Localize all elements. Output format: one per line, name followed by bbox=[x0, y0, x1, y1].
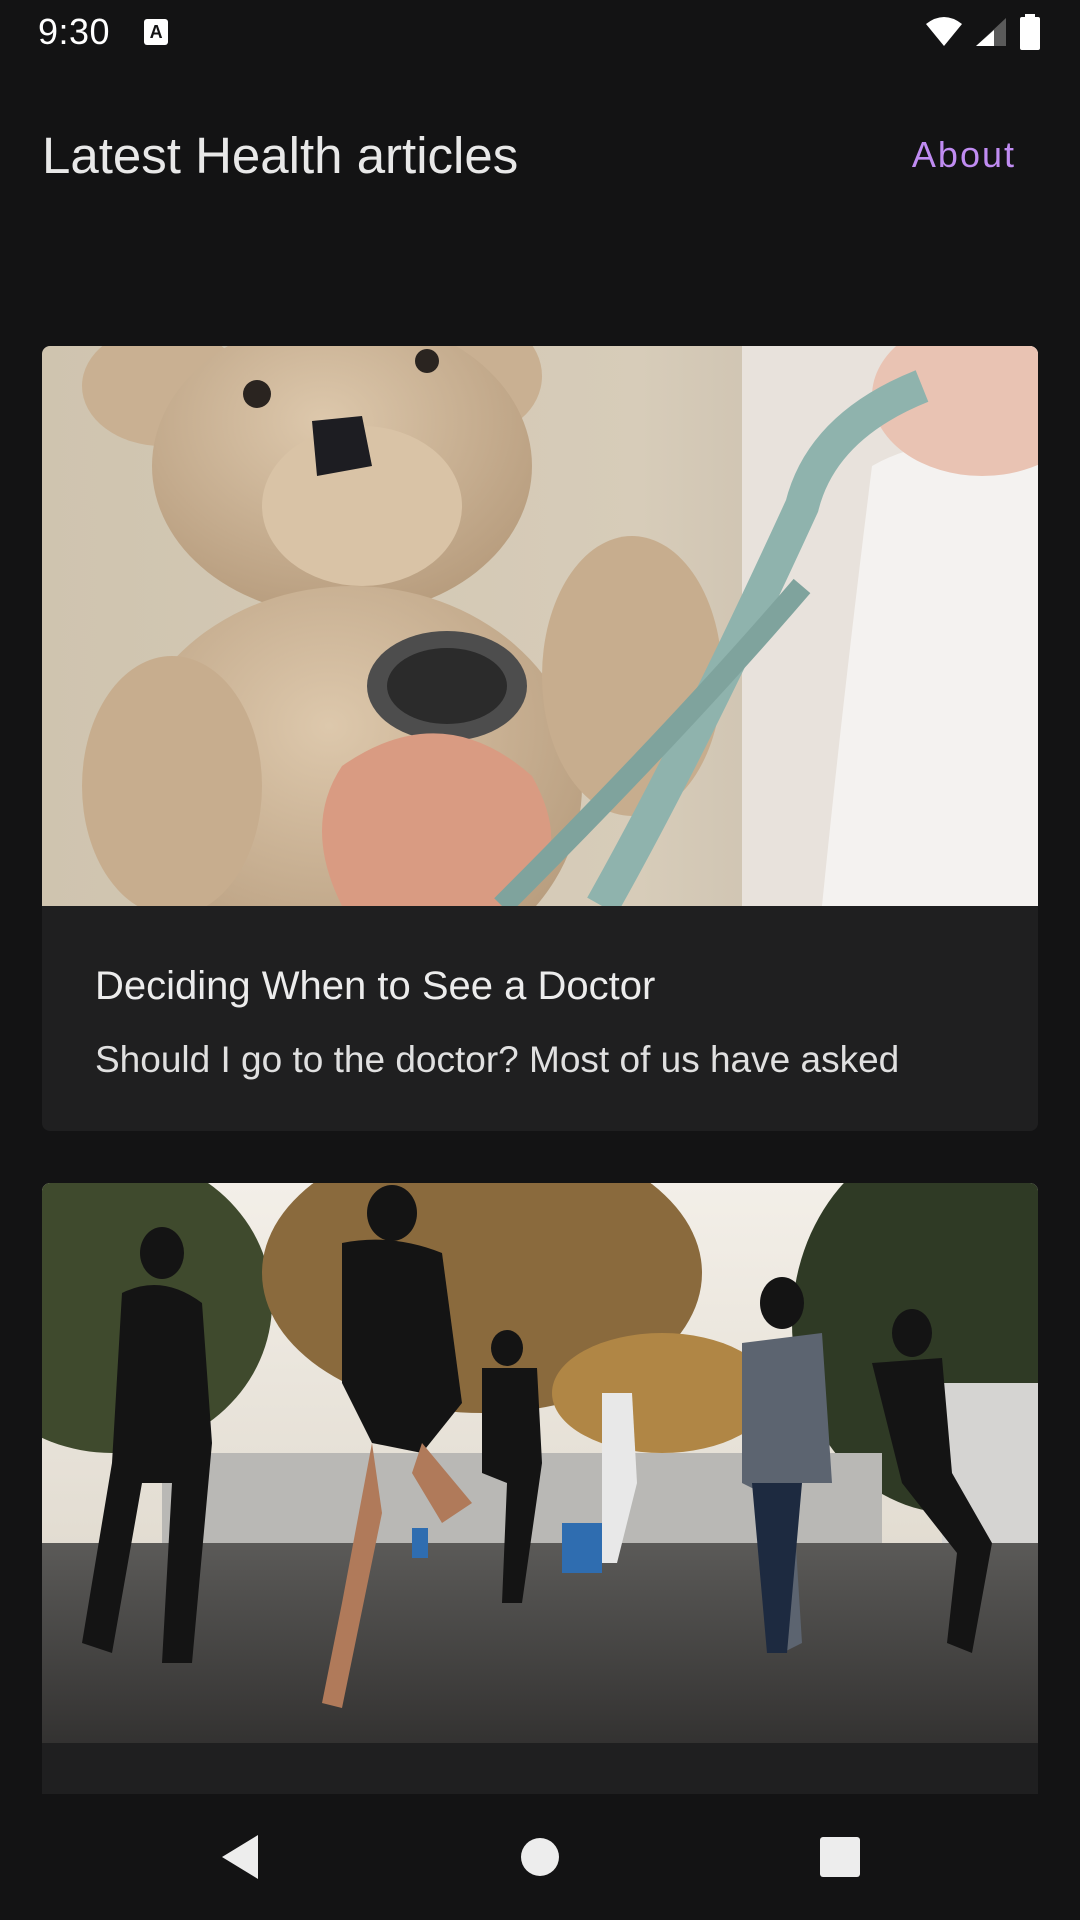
status-left: 9:30 A bbox=[38, 11, 169, 53]
wifi-icon bbox=[926, 17, 962, 46]
home-button[interactable] bbox=[390, 1794, 690, 1920]
article-card-body: Deciding When to See a Doctor Should I g… bbox=[42, 906, 1038, 1131]
cellular-signal-icon bbox=[976, 18, 1006, 46]
status-icons bbox=[924, 14, 1042, 50]
page-title: Latest Health articles bbox=[42, 126, 519, 184]
article-card-body bbox=[42, 1743, 1038, 1794]
recents-button[interactable] bbox=[690, 1794, 990, 1920]
app-bar: Latest Health articles About bbox=[0, 100, 1080, 210]
status-bar: 9:30 A bbox=[0, 0, 1080, 64]
system-navigation-bar bbox=[0, 1794, 1080, 1920]
back-icon bbox=[222, 1835, 258, 1879]
article-title: Deciding When to See a Doctor bbox=[95, 964, 656, 1008]
back-button[interactable] bbox=[90, 1794, 390, 1920]
teddy-bear-stethoscope-photo bbox=[42, 346, 1038, 906]
battery-icon bbox=[1020, 14, 1040, 50]
article-snippet: Should I go to the doctor? Most of us ha… bbox=[95, 1039, 900, 1080]
about-button[interactable]: About bbox=[900, 124, 1038, 186]
recents-icon bbox=[820, 1837, 860, 1877]
status-time: 9:30 bbox=[38, 11, 111, 52]
a-badge-icon: A bbox=[144, 19, 169, 45]
article-card[interactable] bbox=[42, 1183, 1038, 1794]
group-exercise-outdoors-photo bbox=[42, 1183, 1038, 1743]
article-list[interactable]: Deciding When to See a Doctor Should I g… bbox=[42, 346, 1038, 1794]
home-icon bbox=[521, 1838, 559, 1876]
article-card[interactable]: Deciding When to See a Doctor Should I g… bbox=[42, 346, 1038, 1131]
